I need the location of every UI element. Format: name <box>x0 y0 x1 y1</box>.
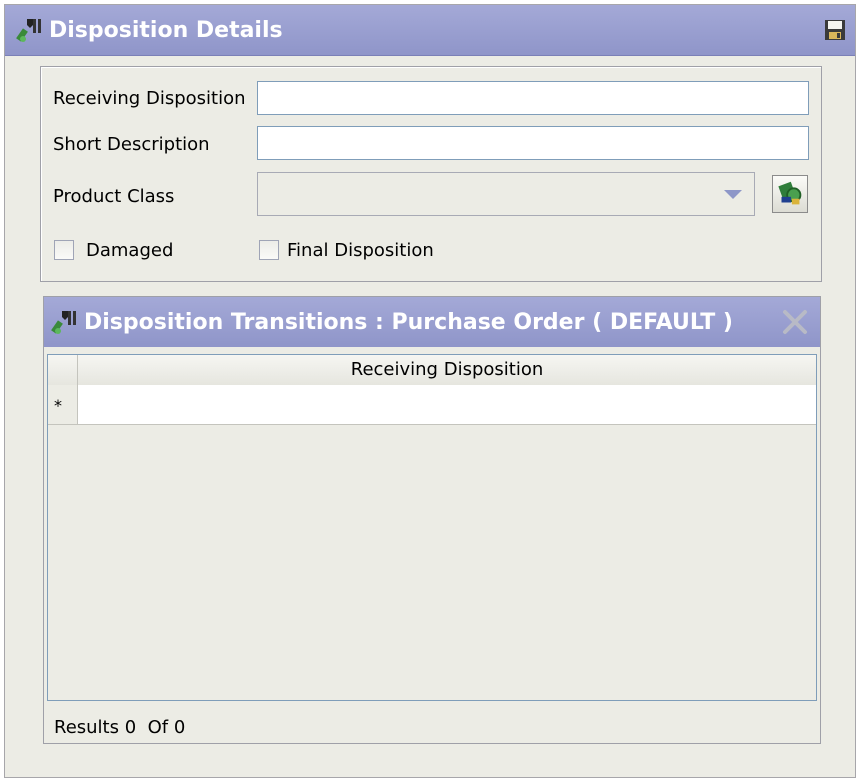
chevron-down-icon[interactable] <box>724 190 742 199</box>
floppy-disk-icon[interactable] <box>823 18 847 42</box>
damaged-label: Damaged <box>86 240 174 261</box>
table-new-row[interactable]: * <box>48 385 816 425</box>
receiving-disposition-input[interactable] <box>257 81 809 115</box>
window-titlebar: Disposition Details <box>5 5 855 56</box>
short-description-input[interactable] <box>257 126 809 160</box>
disposition-details-window: Disposition Details Receiving Dispositio… <box>4 4 856 778</box>
column-header-receiving-disposition[interactable]: Receiving Disposition <box>78 355 816 385</box>
results-count: Results 0 Of 0 <box>54 717 186 738</box>
damaged-checkbox[interactable] <box>54 240 74 260</box>
delete-x-icon[interactable] <box>780 307 810 337</box>
receiving-disposition-label: Receiving Disposition <box>53 88 246 109</box>
product-class-label: Product Class <box>53 186 175 207</box>
final-disposition-checkbox[interactable] <box>259 240 279 260</box>
wrench-icon <box>51 311 76 334</box>
new-row-marker: * <box>48 385 78 424</box>
transitions-titlebar: Disposition Transitions : Purchase Order… <box>44 297 820 347</box>
wrench-icon <box>16 19 41 42</box>
row-header-corner[interactable] <box>48 355 78 385</box>
transitions-table: Receiving Disposition * <box>47 354 817 701</box>
transitions-title: Disposition Transitions : Purchase Order… <box>84 309 733 335</box>
product-class-lookup-button[interactable] <box>772 175 808 213</box>
disposition-form-panel: Receiving Disposition Short Description … <box>40 66 822 282</box>
final-disposition-label: Final Disposition <box>287 240 434 261</box>
window-title: Disposition Details <box>49 17 283 43</box>
disposition-transitions-panel: Disposition Transitions : Purchase Order… <box>43 296 821 744</box>
product-lookup-icon <box>778 181 802 205</box>
short-description-label: Short Description <box>53 134 210 155</box>
product-class-select[interactable] <box>257 172 755 216</box>
table-header: Receiving Disposition <box>48 355 816 386</box>
